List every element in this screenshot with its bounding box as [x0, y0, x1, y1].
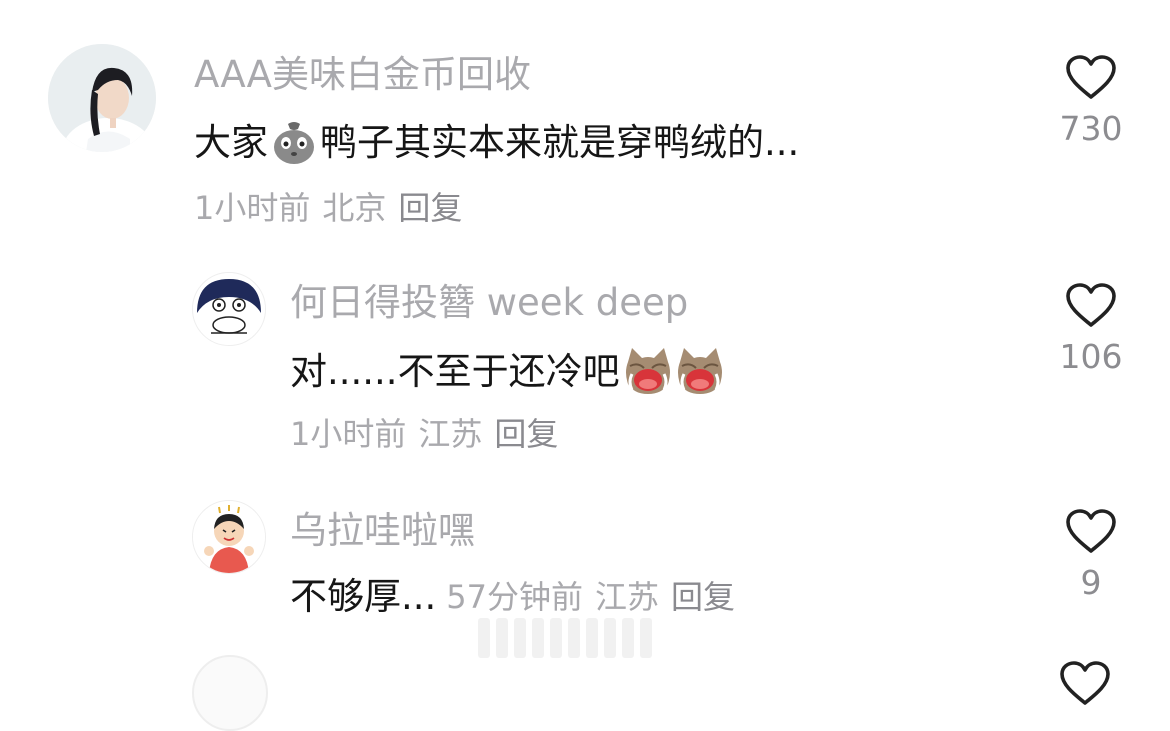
- username[interactable]: 乌拉哇啦嘿: [290, 512, 475, 549]
- comment-text: 不够厚... 57分钟前 江苏 回复: [290, 578, 747, 615]
- heart-icon: [1066, 55, 1116, 99]
- sack-face-emoji-icon: [270, 118, 318, 166]
- username[interactable]: 何日得投簪 week deep: [290, 284, 688, 321]
- crying-cat-emoji-icon: [622, 346, 674, 396]
- heart-icon: [1066, 509, 1116, 553]
- watermark: [478, 618, 688, 664]
- avatar[interactable]: [192, 655, 268, 731]
- comment-meta: 1小时前 江苏 回复: [290, 418, 570, 450]
- comment-meta: 1小时前 北京 回复: [194, 192, 474, 224]
- like-count: 106: [1059, 337, 1123, 376]
- reply-button[interactable]: 回复: [398, 189, 462, 227]
- like-button[interactable]: 730: [1056, 54, 1126, 145]
- like-count: 9: [1080, 563, 1102, 602]
- avatar-image: [193, 273, 265, 345]
- heart-icon[interactable]: [1058, 660, 1112, 710]
- comment-location: 江苏: [595, 577, 660, 616]
- avatar-image: [48, 44, 156, 152]
- comment-text: 对......不至于还冷吧: [290, 346, 726, 396]
- avatar[interactable]: [192, 272, 266, 346]
- like-button[interactable]: 9: [1056, 508, 1126, 599]
- comment-time: 1小时前: [290, 415, 407, 453]
- avatar-image: [193, 501, 265, 573]
- crying-cat-emoji-icon: [674, 346, 726, 396]
- avatar[interactable]: [48, 44, 156, 152]
- comment-time: 1小时前: [194, 189, 311, 227]
- comment-text-part: 鸭子其实本来就是穿鸭绒的...: [320, 120, 800, 164]
- like-button[interactable]: 106: [1056, 282, 1126, 373]
- reply-button[interactable]: 回复: [671, 578, 735, 616]
- comment-text-part: 大家: [194, 120, 268, 164]
- heart-icon: [1066, 283, 1116, 327]
- comment-location: 江苏: [418, 415, 483, 453]
- comment-text: 大家 鸭子其实本来就是穿鸭绒的...: [194, 118, 799, 166]
- avatar[interactable]: [192, 500, 266, 574]
- comment-text-part: 不够厚...: [290, 575, 437, 618]
- comment-meta: 57分钟前 江苏 回复: [446, 581, 747, 613]
- reply-button[interactable]: 回复: [494, 415, 558, 453]
- comment-location: 北京: [322, 189, 387, 227]
- comment-text-part: 对......不至于还冷吧: [290, 349, 620, 393]
- like-count: 730: [1059, 109, 1123, 148]
- comment-time: 57分钟前: [446, 577, 584, 616]
- username[interactable]: AAA美味白金币回收: [194, 56, 531, 93]
